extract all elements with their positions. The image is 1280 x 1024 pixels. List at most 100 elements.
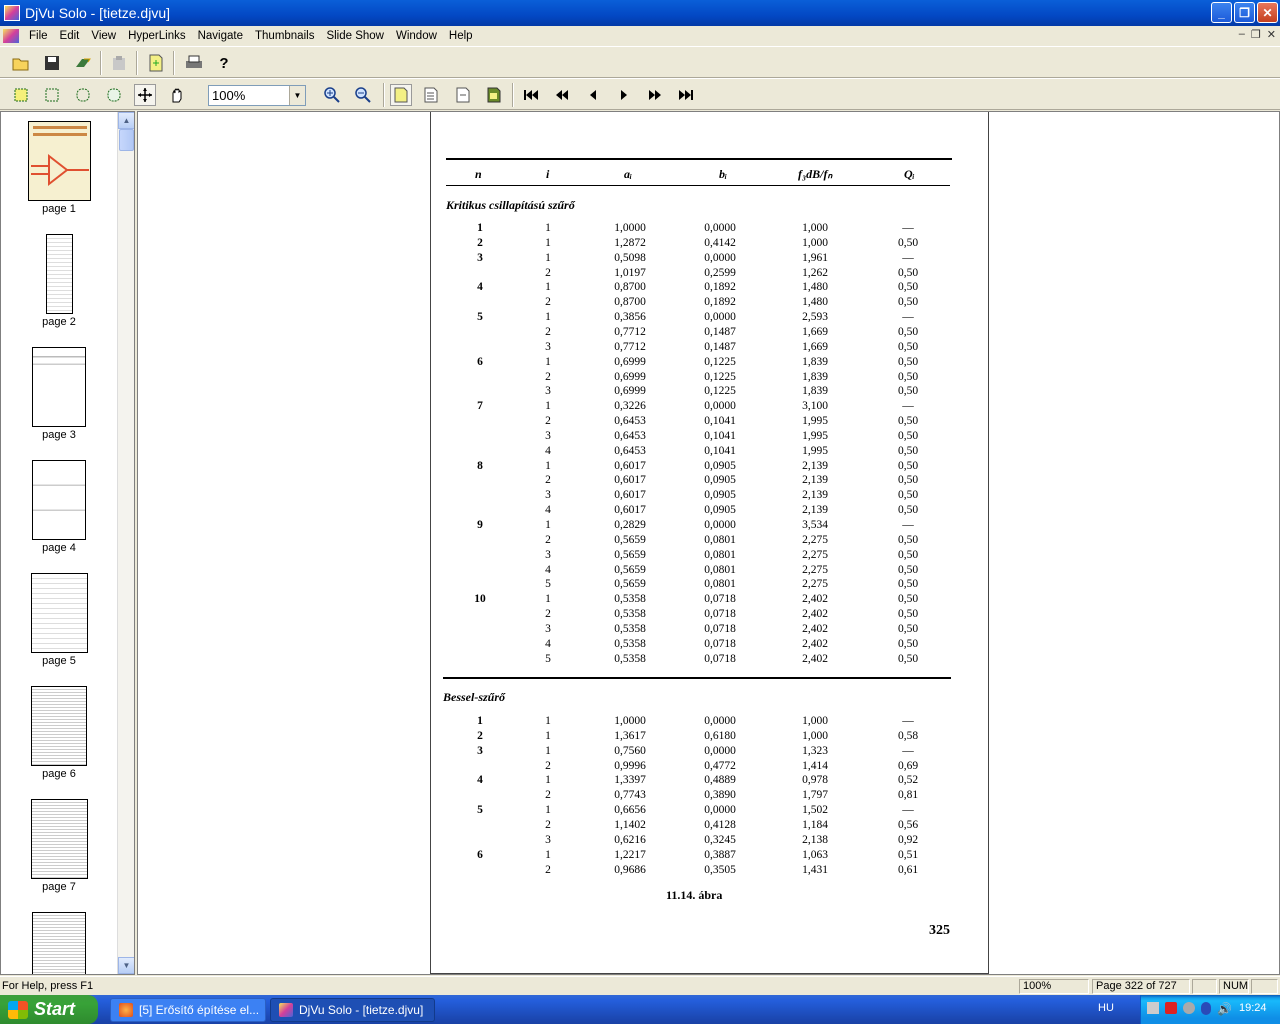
tray-app-icon[interactable] <box>1147 1002 1159 1014</box>
zoom-out-icon[interactable] <box>352 84 374 106</box>
cell-i: 3 <box>545 385 551 398</box>
cell-n: 1 <box>477 715 483 727</box>
minimize-button[interactable]: _ <box>1211 2 1232 23</box>
cell-a: 0,8700 <box>614 281 646 294</box>
document-icon[interactable] <box>3 28 19 43</box>
last-page-icon[interactable] <box>675 84 697 106</box>
cell-a: 0,6216 <box>614 833 646 846</box>
cell-n: 1 <box>477 222 483 234</box>
cell-b: 0,0801 <box>704 548 736 561</box>
new-page-icon[interactable] <box>145 52 167 74</box>
table-row: 2 0,9686 0,3505 1,431 0,61 <box>431 864 990 879</box>
menu-edit[interactable]: Edit <box>54 30 86 42</box>
taskbar: Start [5] Erősítő építése el... DjVu Sol… <box>0 995 1280 1024</box>
cell-f: 2,275 <box>802 563 828 576</box>
menu-slide-show[interactable]: Slide Show <box>320 30 390 42</box>
help-icon[interactable]: ? <box>213 52 235 74</box>
figure-caption: 11.14. ábra <box>666 888 723 902</box>
facing-pages-icon[interactable] <box>452 84 474 106</box>
thumbnail-label: page 5 <box>42 655 76 667</box>
cell-f: 1,995 <box>802 444 828 457</box>
print-icon[interactable] <box>183 52 205 74</box>
thumbnail-page-2[interactable]: page 2 <box>1 234 117 328</box>
menu-window[interactable]: Window <box>390 30 443 42</box>
cell-q: 0,50 <box>897 281 919 294</box>
open-icon[interactable] <box>10 52 32 74</box>
select-region-icon[interactable] <box>41 84 63 106</box>
cell-a: 1,3397 <box>614 774 646 787</box>
single-page-icon[interactable] <box>390 84 412 106</box>
cell-a: 0,6999 <box>614 355 646 368</box>
thumbnail-label: page 2 <box>42 316 76 328</box>
thumbnail-page-4[interactable]: page 4 <box>1 460 117 554</box>
cell-a: 1,0197 <box>614 266 646 279</box>
table-row: 3 1 0,5098 0,0000 1,961 — <box>431 252 990 267</box>
cell-b: 0,0000 <box>704 222 736 234</box>
tray-network-icon[interactable] <box>1183 1002 1195 1014</box>
first-page-icon[interactable] <box>520 84 542 106</box>
header-rule <box>446 185 950 186</box>
select-poly-icon[interactable] <box>103 84 125 106</box>
export-icon[interactable] <box>72 52 94 74</box>
cell-a: 0,5358 <box>614 608 646 621</box>
thumbnail-page-3[interactable]: page 3 <box>1 347 117 441</box>
doc-minimize-button[interactable]: – <box>1239 28 1245 41</box>
header-n: n <box>475 167 482 181</box>
scroll-down-icon[interactable]: ▼ <box>118 957 134 974</box>
cell-f: 1,000 <box>802 222 828 234</box>
next-section-icon[interactable] <box>644 84 666 106</box>
page-layout-icon[interactable] <box>483 84 505 106</box>
cell-q: 0,56 <box>897 818 919 831</box>
doc-close-button[interactable]: ✕ <box>1267 28 1276 41</box>
zoom-select[interactable]: 100% ▼ <box>208 85 306 106</box>
cell-i: 1 <box>545 804 551 817</box>
bluetooth-icon[interactable] <box>1201 1002 1211 1015</box>
menu-hyperlinks[interactable]: HyperLinks <box>122 30 192 42</box>
menu-help[interactable]: Help <box>443 30 479 42</box>
view-toolbar: 100% ▼ <box>0 78 1280 110</box>
thumbnail-page-8[interactable] <box>1 912 117 974</box>
volume-icon[interactable]: 🔊 <box>1217 1002 1232 1016</box>
menu-navigate[interactable]: Navigate <box>192 30 249 42</box>
thumbnail-scrollbar[interactable]: ▲ ▼ <box>117 112 134 974</box>
maximize-button[interactable]: ❐ <box>1234 2 1255 23</box>
header-f: f₃dB/fₙ <box>798 167 833 181</box>
thumbnail-page-7[interactable]: page 7 <box>1 799 117 893</box>
document-view[interactable]: n i aᵢ bᵢ f₃dB/fₙ Qᵢ Kritikus csillapítá… <box>137 111 1280 975</box>
hand-icon[interactable] <box>166 84 188 106</box>
cell-q: 0,50 <box>897 429 919 442</box>
status-help-text: For Help, press F1 <box>2 980 94 992</box>
scroll-thumb[interactable] <box>119 129 134 151</box>
menu-thumbnails[interactable]: Thumbnails <box>249 30 320 42</box>
chevron-down-icon[interactable]: ▼ <box>289 86 305 105</box>
table-row: 5 1 0,6656 0,0000 1,502 — <box>431 804 990 819</box>
shield-icon[interactable] <box>1165 1002 1177 1014</box>
taskbar-item-browser[interactable]: [5] Erősítő építése el... <box>110 998 266 1022</box>
thumbnail-page-6[interactable]: page 6 <box>1 686 117 780</box>
cell-f: 0,978 <box>802 774 828 787</box>
prev-section-icon[interactable] <box>551 84 573 106</box>
language-indicator[interactable]: HU <box>1098 1002 1114 1014</box>
thumbnail-page-1[interactable]: page 1 <box>1 121 117 215</box>
taskbar-item-djvu[interactable]: DjVu Solo - [tietze.djvu] <box>270 998 435 1022</box>
zoom-in-icon[interactable] <box>321 84 343 106</box>
select-rect-icon[interactable] <box>10 84 32 106</box>
next-page-icon[interactable] <box>613 84 635 106</box>
save-icon[interactable] <box>41 52 63 74</box>
close-button[interactable]: ✕ <box>1257 2 1278 23</box>
doc-restore-button[interactable]: ❐ <box>1251 28 1261 41</box>
cell-i: 3 <box>545 548 551 561</box>
continuous-page-icon[interactable] <box>420 84 442 106</box>
menu-view[interactable]: View <box>85 30 122 42</box>
thumbnail-page-5[interactable]: page 5 <box>1 573 117 667</box>
scroll-up-icon[interactable]: ▲ <box>118 112 134 129</box>
cell-i: 1 <box>545 774 551 787</box>
start-button[interactable]: Start <box>0 995 98 1024</box>
pan-icon[interactable] <box>134 84 156 106</box>
cell-f: 1,000 <box>802 236 828 249</box>
menu-file[interactable]: File <box>23 30 54 42</box>
select-oval-icon[interactable] <box>72 84 94 106</box>
cell-q: 0,50 <box>897 489 919 502</box>
cell-q: 0,50 <box>897 533 919 546</box>
prev-page-icon[interactable] <box>582 84 604 106</box>
